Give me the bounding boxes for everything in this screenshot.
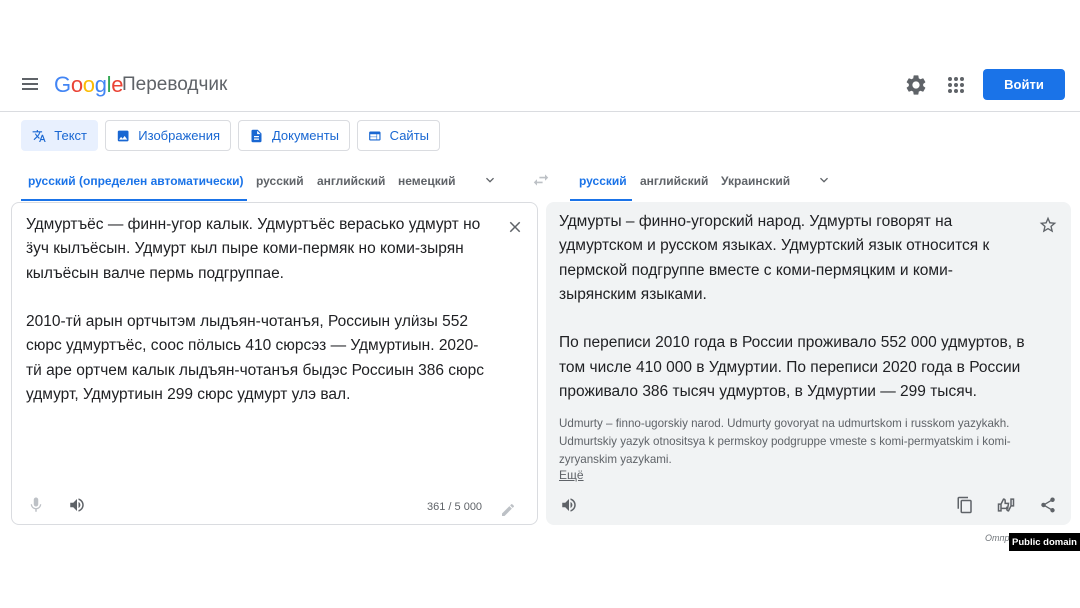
logo-letter: o	[70, 72, 83, 97]
source-lang-russian[interactable]: русский	[256, 174, 304, 188]
target-lang-underline	[570, 199, 632, 201]
source-lang-detect[interactable]: русский (определен автоматически)	[28, 174, 244, 188]
source-text-panel[interactable]: Удмуртъёс — финн-угор калык. Удмуртъёс в…	[11, 202, 538, 525]
tab-websites[interactable]: Сайты	[357, 120, 440, 151]
tab-websites-label: Сайты	[389, 128, 429, 143]
rate-translation-icon[interactable]	[994, 493, 1018, 517]
translate-icon	[32, 129, 46, 142]
source-speaker-icon[interactable]	[65, 493, 89, 517]
character-count: 361 / 5 000	[427, 501, 483, 513]
translation-text: Удмурты – финно-угорский народ. Удмурты …	[559, 213, 1025, 401]
google-logo[interactable]: Google	[54, 72, 123, 98]
target-lang-chevron-down-icon[interactable]	[816, 172, 832, 188]
tab-images-label: Изображения	[138, 128, 220, 143]
logo-letter: G	[54, 72, 71, 97]
logo-letter: o	[82, 72, 95, 97]
share-icon[interactable]	[1036, 493, 1060, 517]
transliteration-text: Udmurty – finno-ugorskiy narod. Udmurty …	[559, 417, 1011, 466]
more-link[interactable]: Ещё	[559, 468, 584, 482]
source-lang-chevron-down-icon[interactable]	[482, 172, 498, 188]
source-text[interactable]: Удмуртъёс — финн-угор калык. Удмуртъёс в…	[26, 213, 496, 407]
settings-gear-icon[interactable]	[904, 73, 928, 97]
app-header: Google Переводчик Войти	[0, 58, 1080, 112]
send-feedback-link[interactable]: Отпр	[985, 533, 1009, 543]
save-translation-star-icon[interactable]	[1036, 213, 1060, 237]
source-lang-english[interactable]: английский	[317, 174, 385, 188]
tab-text[interactable]: Текст	[21, 120, 98, 151]
image-icon	[117, 130, 129, 141]
target-lang-russian[interactable]: русский	[579, 174, 627, 188]
logo-letter: g	[94, 72, 107, 97]
main-menu-button[interactable]	[20, 75, 42, 93]
app-name: Переводчик	[122, 74, 228, 95]
public-domain-badge: Public domain	[1009, 533, 1080, 551]
signin-button[interactable]: Войти	[983, 69, 1065, 100]
source-lang-underline	[21, 199, 247, 201]
tab-text-label: Текст	[54, 128, 87, 143]
document-icon	[251, 129, 262, 142]
tab-images[interactable]: Изображения	[105, 120, 231, 151]
source-lang-german[interactable]: немецкий	[398, 174, 455, 188]
clear-text-close-icon[interactable]	[503, 215, 527, 239]
target-lang-english[interactable]: английский	[640, 174, 708, 188]
copy-icon[interactable]	[953, 493, 977, 517]
target-lang-ukrainian[interactable]: Украинский	[721, 174, 790, 188]
translation-speaker-icon[interactable]	[557, 493, 581, 517]
tab-documents[interactable]: Документы	[238, 120, 350, 151]
web-icon	[369, 130, 381, 141]
handwriting-pen-icon[interactable]	[496, 498, 520, 522]
tab-documents-label: Документы	[271, 128, 339, 143]
microphone-icon[interactable]	[24, 493, 48, 517]
apps-grid-icon[interactable]	[944, 73, 968, 97]
translation-panel: Удмурты – финно-угорский народ. Удмурты …	[546, 202, 1071, 525]
swap-languages-icon[interactable]	[531, 172, 551, 188]
